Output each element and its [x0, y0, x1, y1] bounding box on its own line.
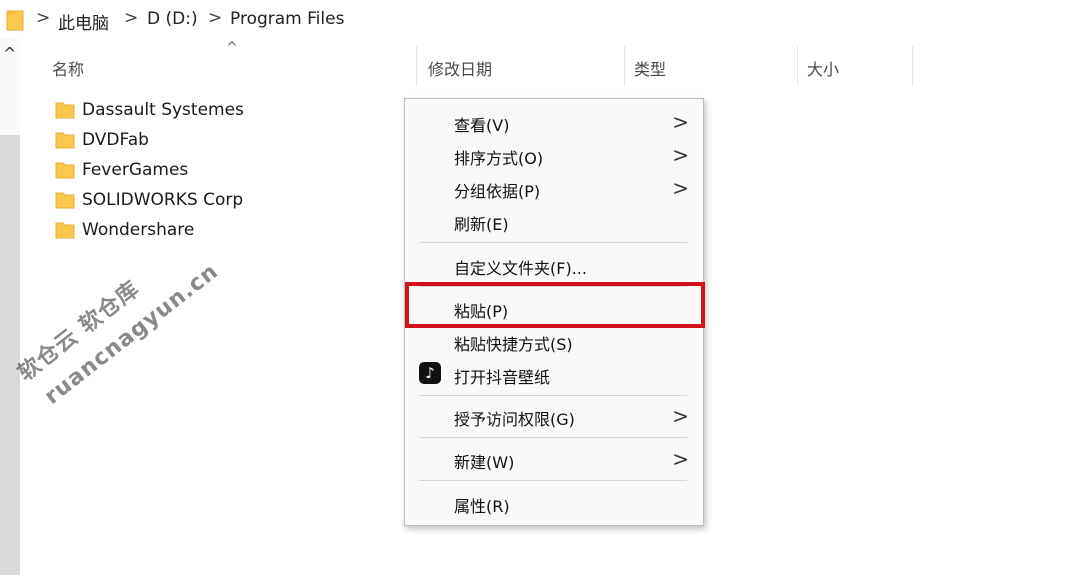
breadcrumb-program-files[interactable]: Program Files	[230, 9, 344, 29]
column-header-type[interactable]: 类型	[634, 56, 666, 80]
folder-icon	[55, 190, 75, 210]
column-divider[interactable]	[797, 46, 798, 86]
menu-divider	[419, 437, 687, 438]
list-item[interactable]: Wondershare	[55, 218, 194, 242]
list-item[interactable]: Dassault Systemes	[55, 98, 244, 122]
file-name: SOLIDWORKS Corp	[82, 190, 244, 210]
breadcrumb-chevron-icon: >	[208, 8, 223, 28]
chevron-right-icon: >	[672, 143, 689, 167]
navigation-pane-scrollbar[interactable]: ^	[0, 38, 20, 575]
menu-item-group-by[interactable]: 分组依据(P) >	[405, 173, 703, 203]
menu-item-customize-folder[interactable]: 自定义文件夹(F)...	[405, 250, 703, 280]
chevron-right-icon: >	[672, 110, 689, 134]
file-name: Dassault Systemes	[82, 100, 244, 120]
folder-icon	[55, 220, 75, 240]
chevron-right-icon: >	[672, 447, 689, 471]
sort-ascending-icon: ^	[226, 40, 238, 56]
column-divider[interactable]	[912, 46, 913, 86]
menu-item-open-douyin-wallpaper[interactable]: ♪ 打开抖音壁纸	[405, 359, 703, 389]
list-item[interactable]: FeverGames	[55, 158, 188, 182]
list-item[interactable]: SOLIDWORKS Corp	[55, 188, 243, 212]
list-item[interactable]: DVDFab	[55, 128, 149, 152]
menu-item-paste-shortcut[interactable]: 粘贴快捷方式(S)	[405, 326, 703, 356]
explorer-window: > 此电脑 > D (D:) > Program Files ^ ^ 名称 修改…	[0, 0, 1080, 575]
folder-icon	[6, 9, 24, 36]
paste-highlight-box	[405, 282, 705, 328]
chevron-right-icon: >	[672, 176, 689, 200]
menu-item-give-access[interactable]: 授予访问权限(G) >	[405, 401, 703, 431]
chevron-right-icon: >	[672, 404, 689, 428]
menu-item-sort-by[interactable]: 排序方式(O) >	[405, 140, 703, 170]
file-name: DVDFab	[82, 130, 149, 150]
column-header-size[interactable]: 大小	[807, 56, 839, 80]
column-divider[interactable]	[416, 46, 417, 86]
breadcrumb-this-pc[interactable]: 此电脑	[58, 9, 109, 34]
column-header-name[interactable]: 名称	[52, 56, 84, 80]
breadcrumb-chevron-icon: >	[36, 8, 51, 28]
menu-divider	[419, 480, 687, 481]
menu-item-new[interactable]: 新建(W) >	[405, 444, 703, 474]
scroll-up-icon[interactable]: ^	[3, 46, 16, 62]
breadcrumb-chevron-icon: >	[124, 8, 139, 28]
folder-icon	[55, 100, 75, 120]
tiktok-icon: ♪	[419, 362, 441, 384]
folder-icon	[55, 160, 75, 180]
breadcrumb-drive-d[interactable]: D (D:)	[147, 9, 198, 29]
menu-item-properties[interactable]: 属性(R)	[405, 488, 703, 518]
menu-divider	[419, 395, 687, 396]
address-bar[interactable]: > 此电脑 > D (D:) > Program Files	[0, 0, 1080, 38]
file-name: Wondershare	[82, 220, 195, 240]
menu-item-refresh[interactable]: 刷新(E)	[405, 206, 703, 236]
file-name: FeverGames	[82, 160, 189, 180]
menu-divider	[419, 242, 687, 243]
folder-icon	[55, 130, 75, 150]
column-header-modified[interactable]: 修改日期	[428, 56, 492, 80]
menu-item-view[interactable]: 查看(V) >	[405, 107, 703, 137]
column-divider[interactable]	[624, 46, 625, 86]
